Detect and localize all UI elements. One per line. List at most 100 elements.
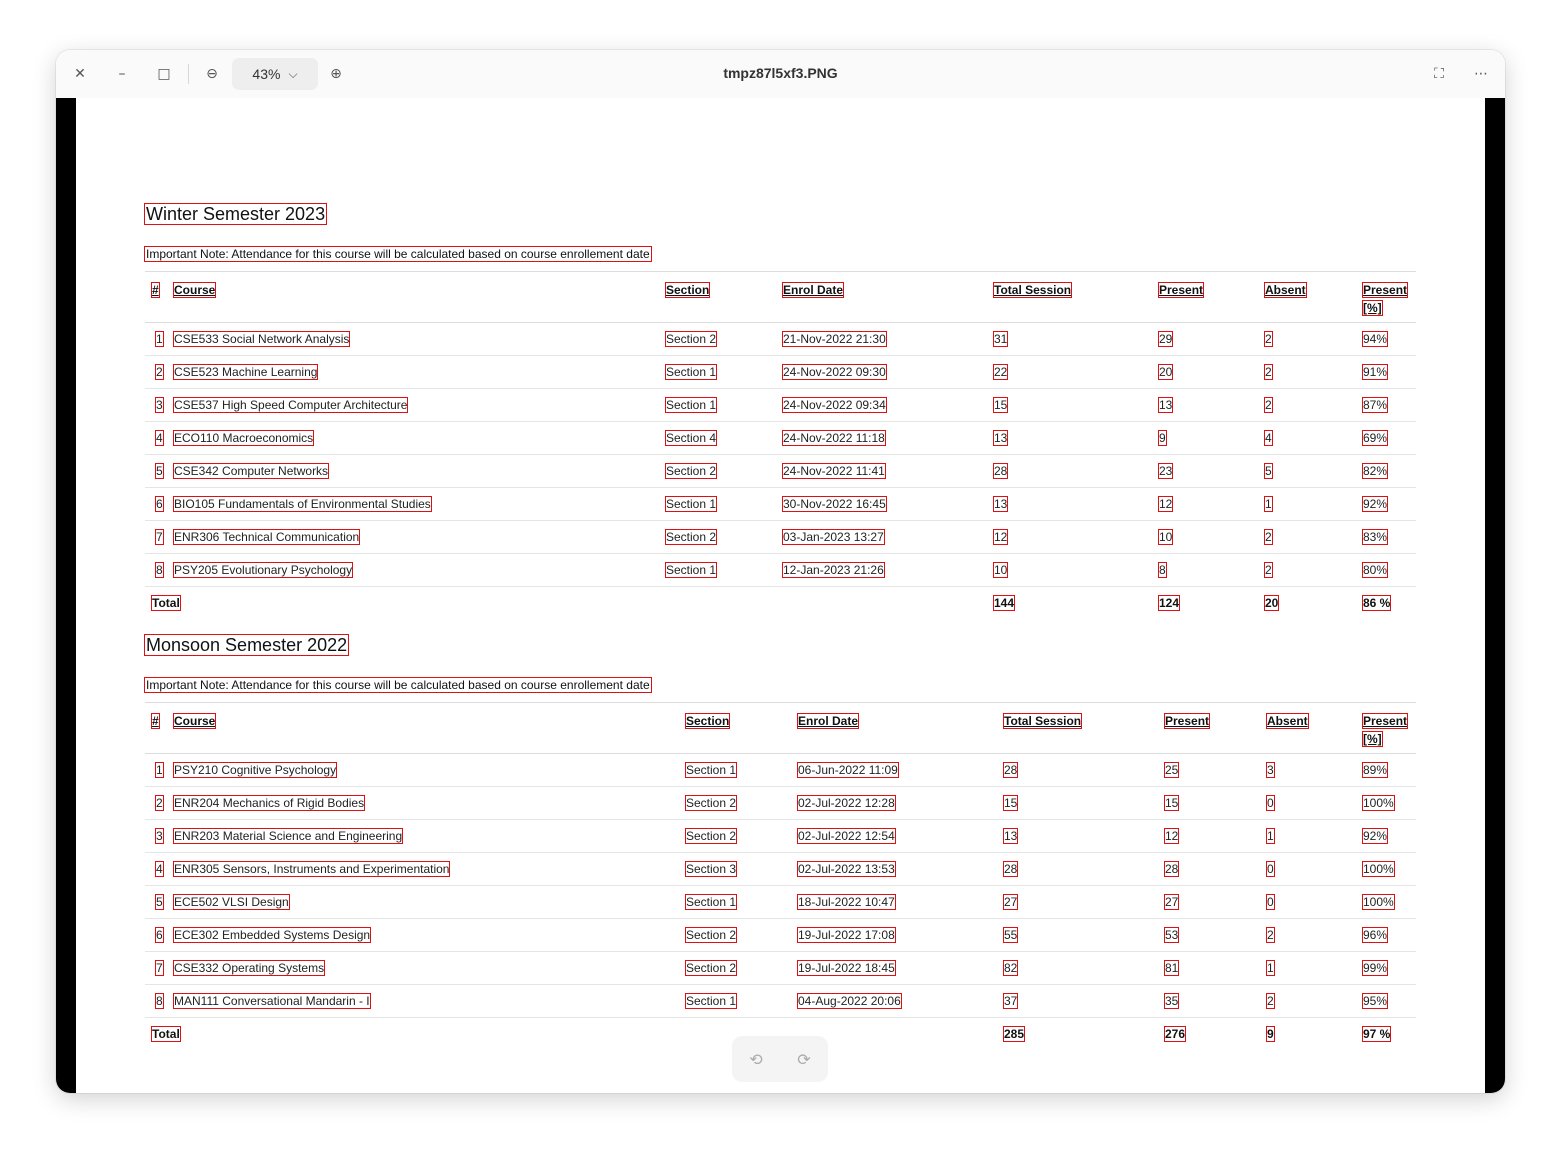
cell-course: CSE342 Computer Networks — [172, 463, 330, 479]
monsoon-attendance-table: # Course Section Enrol Date Total Session Pre… — [145, 702, 1416, 1050]
cell-course: CSE332 Operating Systems — [172, 960, 326, 976]
cell-course: CSE523 Machine Learning — [172, 364, 319, 380]
cell-pct: 69% — [1361, 430, 1389, 446]
cell-enrol: 19-Jul-2022 18:45 — [797, 960, 896, 976]
cell-pct: 95% — [1361, 993, 1389, 1009]
cell-section: Section 2 — [664, 331, 718, 347]
cell-pct: 91% — [1361, 364, 1389, 380]
cell-pct: 100% — [1362, 861, 1395, 877]
table-row: 5 ECE502 VLSI Design Section 1 18-Jul-2022 … — [145, 886, 1416, 919]
cell-total: 22 — [992, 364, 1009, 380]
cell-present: 25 — [1163, 762, 1180, 778]
table-row: 4 ECO110 Macroeconomics Section 4 24-Nov-20… — [145, 422, 1416, 455]
rotate-left-icon[interactable]: ⟲ — [749, 1050, 762, 1069]
minimize-icon[interactable]: – — [110, 62, 134, 86]
column-header-label: Present — [1157, 282, 1205, 298]
cell-enrol: 19-Jul-2022 17:08 — [797, 927, 896, 943]
monsoon-semester-title: Monsoon Semester 2022 — [143, 634, 350, 656]
column-header-label: Section — [684, 713, 731, 729]
cell-section: Section 1 — [664, 496, 718, 512]
cell-enrol: 12-Jan-2023 21:26 — [782, 562, 885, 578]
cell-total: 28 — [992, 463, 1009, 479]
cell-total: 31 — [992, 331, 1009, 347]
column-header-label: # — [151, 713, 160, 729]
column-header-percent: Present [%] — [1361, 281, 1409, 317]
cell-course: ENR203 Material Science and Engineering — [172, 828, 404, 844]
total-absent: 20 — [1263, 595, 1280, 611]
table-header-row: # Course Section Enrol Date Total Session Pre… — [145, 271, 1416, 323]
cell-absent: 2 — [1264, 529, 1273, 545]
table-row: 2 CSE523 Machine Learning Section 1 24-Nov-… — [145, 356, 1416, 389]
winter-semester-title: Winter Semester 2023 — [143, 203, 328, 225]
total-label: Total — [151, 1026, 181, 1042]
zoom-level-dropdown[interactable]: 43% ⌵ — [232, 58, 318, 90]
cell-n: 4 — [155, 430, 164, 446]
cell-n: 6 — [155, 927, 164, 943]
rotate-right-icon[interactable]: ⟳ — [797, 1050, 810, 1069]
maximize-icon[interactable]: □ — [152, 62, 176, 86]
fullscreen-icon[interactable]: ⛶ — [1427, 62, 1451, 86]
table-row: 6 BIO105 Fundamentals of Environmental St… — [145, 488, 1416, 521]
table-row: 5 CSE342 Computer Networks Section 2 24-Nov… — [145, 455, 1416, 488]
total-sessions: 285 — [1002, 1026, 1026, 1042]
cell-section: Section 2 — [684, 960, 738, 976]
column-header-label: [%] — [1362, 300, 1383, 316]
cell-n: 2 — [155, 364, 164, 380]
cell-pct: 100% — [1362, 894, 1395, 910]
title-bar: ✕ – □ ⊖ 43% ⌵ ⊕ tmpz87l5xf3.PNG ⛶ ⋯ — [56, 50, 1505, 99]
column-header-num: # — [151, 281, 160, 299]
cell-present: 12 — [1157, 496, 1174, 512]
cell-present: 13 — [1157, 397, 1174, 413]
table-row: 8 MAN111 Conversational Mandarin - I Secti… — [145, 985, 1416, 1018]
table-row: 1 CSE533 Social Network Analysis Section 2… — [145, 323, 1416, 356]
cell-present: 81 — [1163, 960, 1180, 976]
zoom-out-icon[interactable]: ⊖ — [200, 62, 224, 86]
cell-course: ECE302 Embedded Systems Design — [172, 927, 372, 943]
cell-n: 1 — [155, 331, 164, 347]
toolbar-divider — [188, 64, 189, 84]
column-header-label: # — [151, 282, 160, 298]
column-header-course: Course — [172, 281, 217, 299]
total-absent: 9 — [1266, 1026, 1275, 1042]
column-header-label: Absent — [1266, 713, 1309, 729]
cell-absent: 0 — [1266, 861, 1275, 877]
cell-enrol: 21-Nov-2022 21:30 — [782, 331, 887, 347]
total-percent: 86 % — [1361, 595, 1392, 611]
cell-n: 4 — [155, 861, 164, 877]
column-header-present: Present — [1157, 281, 1205, 299]
cell-absent: 2 — [1264, 562, 1273, 578]
image-canvas: Winter Semester 2023 Important Note: Att… — [56, 98, 1505, 1093]
total-label: Total — [151, 595, 181, 611]
cell-total: 13 — [1002, 828, 1019, 844]
cell-course: CSE533 Social Network Analysis — [172, 331, 351, 347]
cell-course: ECE502 VLSI Design — [173, 894, 290, 910]
column-header-label: Total Session — [1002, 713, 1083, 729]
column-header-section: Section — [664, 281, 711, 299]
table-header-row: # Course Section Enrol Date Total Session Pre… — [145, 702, 1416, 754]
more-options-icon[interactable]: ⋯ — [1469, 62, 1493, 86]
cell-n: 3 — [155, 397, 164, 413]
cell-section: Section 2 — [664, 463, 718, 479]
column-header-present: Present — [1163, 712, 1211, 730]
winter-note: Important Note: Attendance for this cour… — [144, 246, 652, 262]
cell-total: 10 — [992, 562, 1009, 578]
cell-present: 10 — [1157, 529, 1174, 545]
cell-present: 53 — [1163, 927, 1180, 943]
total-row: Total 144 124 20 86 % — [145, 587, 1416, 619]
cell-total: 55 — [1002, 927, 1019, 943]
cell-course: PSY205 Evolutionary Psychology — [172, 562, 354, 578]
close-icon[interactable]: ✕ — [68, 62, 92, 86]
zoom-in-icon[interactable]: ⊕ — [324, 62, 348, 86]
cell-pct: 100% — [1362, 795, 1395, 811]
cell-section: Section 2 — [664, 529, 718, 545]
cell-course: PSY210 Cognitive Psychology — [172, 762, 338, 778]
table-row: 3 CSE537 High Speed Computer Architecture… — [145, 389, 1416, 422]
cell-absent: 1 — [1264, 496, 1273, 512]
cell-absent: 0 — [1266, 894, 1275, 910]
cell-enrol: 02-Jul-2022 12:54 — [797, 828, 896, 844]
cell-pct: 82% — [1361, 463, 1389, 479]
cell-n: 8 — [155, 562, 164, 578]
cell-section: Section 1 — [664, 562, 718, 578]
cell-n: 5 — [155, 463, 164, 479]
column-header-label: Course — [172, 282, 217, 298]
